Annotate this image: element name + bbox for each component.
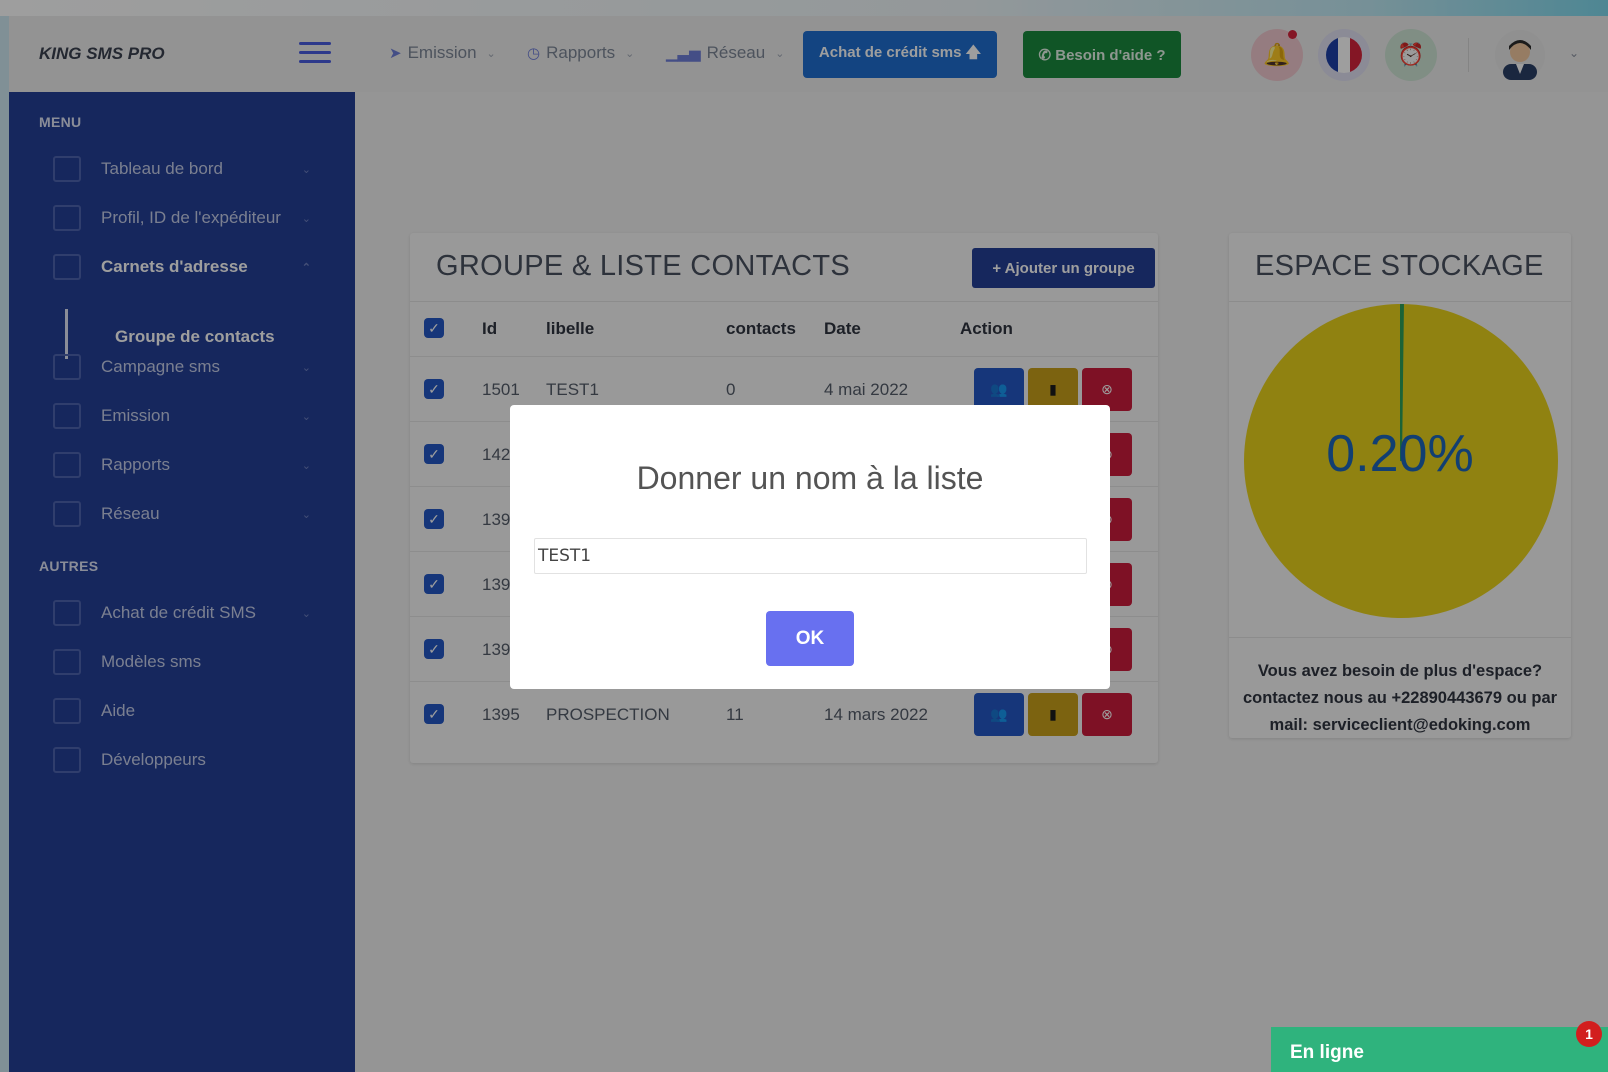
online-chat-widget[interactable]: En ligne <box>1271 1027 1608 1072</box>
ok-button[interactable]: OK <box>766 611 854 666</box>
dialog-title: Donner un nom à la liste <box>636 460 984 496</box>
list-name-input[interactable]: TEST1 <box>534 538 1087 574</box>
rename-list-dialog: Donner un nom à la liste TEST1 OK <box>510 405 1110 689</box>
chat-badge: 1 <box>1576 1021 1602 1047</box>
